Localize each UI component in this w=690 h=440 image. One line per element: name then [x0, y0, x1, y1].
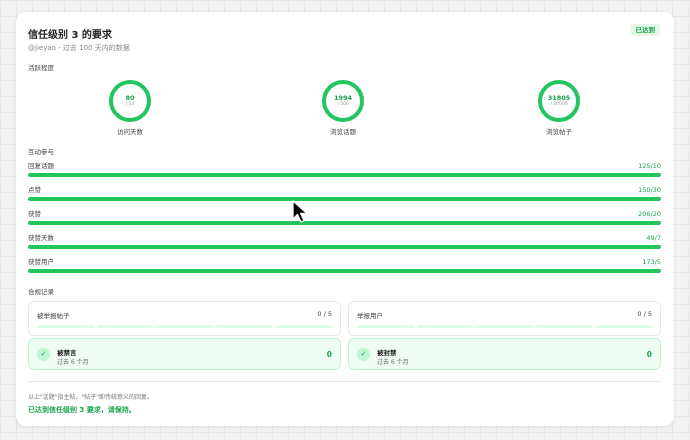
- bar-value: 49/7: [646, 234, 661, 242]
- ring-label: 浏览话题: [330, 128, 356, 136]
- segment: [476, 325, 533, 328]
- ring-value: 80: [125, 94, 135, 102]
- bar-likes-received: 获赞 206/20: [28, 210, 661, 225]
- progress-fill: [28, 269, 661, 273]
- ring-requirement: / 50: [125, 102, 135, 107]
- bar-value: 206/20: [638, 210, 661, 218]
- segment-bar: [37, 325, 332, 328]
- page-title: 信任级别 3 的要求: [28, 30, 112, 41]
- progress-fill: [28, 173, 661, 177]
- ring-visit-days: 80 / 50 访问天数: [100, 80, 160, 136]
- ring-requirement: / 500: [337, 102, 349, 107]
- box-title: 被封禁: [377, 349, 397, 357]
- progress-fill: [28, 245, 661, 249]
- progress-ring: 1994 / 500: [322, 80, 364, 122]
- box-label: 举报用户: [357, 312, 383, 320]
- segment: [275, 325, 332, 328]
- bar-liked-days: 获赞天数 49/7: [28, 234, 661, 249]
- activity-section-label: 活跃程度: [28, 64, 54, 72]
- progress-track: [28, 269, 661, 273]
- box-count: 0: [326, 350, 332, 359]
- silenced-box: ✓ 被禁言 过去 6 个月 0: [28, 338, 341, 370]
- box-title: 被禁言: [57, 349, 77, 357]
- reported-users-box: 举报用户 0 / 5: [348, 301, 661, 336]
- segment: [357, 325, 414, 328]
- ring-requirement: / 20000: [550, 102, 568, 107]
- ring-label: 访问天数: [117, 128, 143, 136]
- segment: [215, 325, 273, 328]
- bar-liked-users: 获赞用户 173/5: [28, 258, 661, 273]
- divider: [28, 381, 661, 382]
- ring-label: 浏览帖子: [546, 128, 572, 136]
- bar-value: 125/10: [638, 162, 661, 170]
- progress-track: [28, 221, 661, 225]
- bar-likes-given: 点赞 150/30: [28, 186, 661, 201]
- progress-fill: [28, 221, 661, 225]
- ring-value: 31805: [547, 94, 571, 102]
- box-period: 过去 6 个月: [57, 359, 89, 366]
- status-badge: 已达到: [630, 24, 660, 36]
- status-message: 已达到信任级别 3 要求，请保持。: [28, 406, 136, 414]
- data-range-subtitle: @jieyao - 过去 100 天内的数据: [28, 44, 130, 52]
- bar-replies: 回复话题 125/10: [28, 162, 661, 177]
- compliance-section-label: 合规记录: [28, 288, 54, 296]
- segment: [156, 325, 213, 328]
- ring-viewed-posts: 31805 / 20000 浏览帖子: [529, 80, 589, 136]
- trust-level-card: 信任级别 3 的要求 @jieyao - 过去 100 天内的数据 已达到 活跃…: [16, 12, 674, 426]
- interaction-section-label: 互动参与: [28, 148, 54, 156]
- box-value: 0 / 5: [317, 310, 332, 318]
- segment: [37, 325, 94, 328]
- box-count: 0: [646, 350, 652, 359]
- bar-name: 获赞用户: [28, 258, 54, 266]
- segment: [96, 325, 154, 328]
- box-value: 0 / 5: [637, 310, 652, 318]
- check-icon: ✓: [37, 348, 50, 361]
- reported-posts-box: 被举报帖子 0 / 5: [28, 301, 341, 336]
- progress-track: [28, 197, 661, 201]
- segment: [595, 325, 652, 328]
- bar-name: 点赞: [28, 186, 41, 194]
- segment-bar: [357, 325, 652, 328]
- bar-name: 获赞: [28, 210, 41, 218]
- progress-ring: 80 / 50: [109, 80, 151, 122]
- progress-track: [28, 245, 661, 249]
- bar-value: 150/30: [638, 186, 661, 194]
- segment: [416, 325, 474, 328]
- bar-value: 173/5: [642, 258, 661, 266]
- box-period: 过去 6 个月: [377, 359, 409, 366]
- suspended-box: ✓ 被封禁 过去 6 个月 0: [348, 338, 661, 370]
- bar-name: 获赞天数: [28, 234, 54, 242]
- bar-name: 回复话题: [28, 162, 54, 170]
- mouse-cursor-icon: [292, 200, 308, 223]
- footnote: 以上"话题"指主帖。"帖子"即传统意义的回复。: [28, 394, 154, 401]
- ring-value: 1994: [333, 94, 353, 102]
- progress-track: [28, 173, 661, 177]
- progress-fill: [28, 197, 661, 201]
- segment: [535, 325, 593, 328]
- progress-ring: 31805 / 20000: [538, 80, 580, 122]
- ring-viewed-topics: 1994 / 500 浏览话题: [313, 80, 373, 136]
- check-icon: ✓: [357, 348, 370, 361]
- box-label: 被举报帖子: [37, 312, 70, 320]
